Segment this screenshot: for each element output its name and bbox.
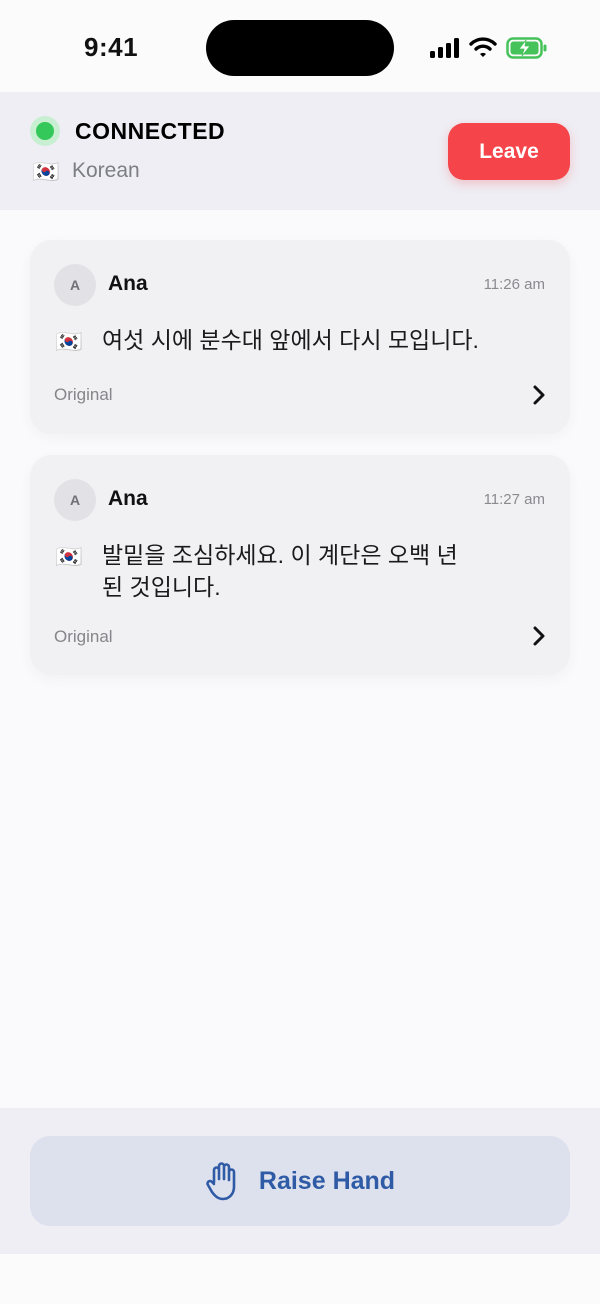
status-time: 9:41 [84,32,139,62]
sender-name: Ana [108,272,148,295]
cellular-signal-icon [430,38,459,58]
message-card: A Ana 11:27 am 🇰🇷 발밑을 조심하세요. 이 계단은 오백 년 … [30,455,570,675]
language-label: Korean [72,159,140,182]
original-toggle-label[interactable]: Original [54,627,113,647]
connection-status-indicator [30,116,60,146]
home-indicator-area [0,1254,600,1304]
korea-flag-icon: 🇰🇷 [55,329,83,354]
connection-status-text: CONNECTED [75,118,226,144]
translated-message-text: 여섯 시에 분수대 앞에서 다시 모입니다. [102,327,479,353]
message-timestamp: 11:26 am [483,276,545,293]
translated-message-text: 발밑을 조심하세요. 이 계단은 오백 년 된 것입니다. [102,542,458,600]
message-card: A Ana 11:26 am 🇰🇷 여섯 시에 분수대 앞에서 다시 모입니다.… [30,240,570,434]
leave-button[interactable]: Leave [448,123,570,180]
original-toggle-label[interactable]: Original [54,385,113,405]
wifi-icon [469,37,497,57]
green-dot-icon [36,122,54,140]
message-timestamp: 11:27 am [483,491,545,508]
korea-flag-icon: 🇰🇷 [32,159,60,184]
raise-hand-label: Raise Hand [258,1166,396,1195]
chevron-right-icon[interactable] [530,384,548,406]
dynamic-island [206,20,394,76]
battery-charging-icon [506,37,547,59]
status-bar: 9:41 [0,0,600,92]
avatar: A [54,264,96,306]
raise-hand-button[interactable]: Raise Hand [30,1136,570,1226]
korea-flag-icon: 🇰🇷 [55,544,83,569]
raised-hand-icon [206,1162,236,1201]
sender-name: Ana [108,487,148,510]
chevron-right-icon[interactable] [530,625,548,647]
avatar: A [54,479,96,521]
